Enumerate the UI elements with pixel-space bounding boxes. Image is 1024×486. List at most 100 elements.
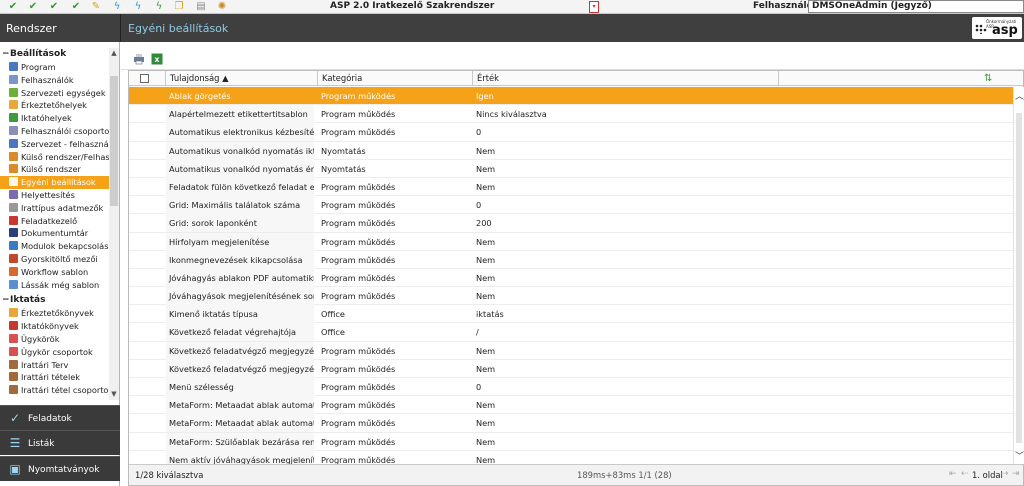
- scroll-down-icon[interactable]: ▼: [110, 390, 118, 398]
- table-row[interactable]: Jóváhagyás ablakon PDF automatiku... Prog…: [129, 268, 1013, 288]
- table-row[interactable]: MetaForm: Szülőablak bezárása rend... Pro…: [129, 432, 1013, 451]
- value-cell[interactable]: 200: [473, 214, 773, 232]
- sidebar-item[interactable]: Külső rendszer: [0, 163, 109, 176]
- value-cell[interactable]: Nem: [473, 178, 773, 196]
- table-row[interactable]: Automatikus elektronikus kézbesítés ... P…: [129, 123, 1013, 142]
- grid-scroll-thumb[interactable]: [1016, 113, 1022, 443]
- value-cell[interactable]: Igen: [473, 87, 773, 105]
- next-page-icon[interactable]: ⇢: [1001, 469, 1009, 479]
- select-all-checkbox[interactable]: [140, 74, 149, 83]
- table-row[interactable]: Következő feladat végrehajtója Office /: [129, 323, 1013, 342]
- sidebar-section-header[interactable]: −Beállítások: [0, 48, 109, 61]
- column-header-value[interactable]: Érték: [473, 71, 779, 86]
- value-cell[interactable]: iktatás: [473, 305, 773, 323]
- check-icon[interactable]: ✔: [7, 1, 19, 13]
- lightning-icon[interactable]: ϟ: [111, 1, 123, 13]
- sidebar-item[interactable]: Irattípus adatmezők: [0, 202, 109, 215]
- value-cell[interactable]: Nem: [473, 342, 773, 360]
- table-row[interactable]: Nem aktív jóváhagyások megjelenítése Prog…: [129, 450, 1013, 464]
- excel-export-icon[interactable]: x: [151, 53, 163, 65]
- table-row[interactable]: Automatikus vonalkód nyomatás iktat... Ny…: [129, 141, 1013, 160]
- first-page-icon[interactable]: ⇤: [949, 469, 957, 479]
- sidebar-item[interactable]: Külső rendszer/Felhasz: [0, 151, 109, 164]
- value-cell[interactable]: Nincs kiválasztva: [473, 105, 773, 123]
- sidebar-item[interactable]: Felhasználói csoportok: [0, 125, 109, 138]
- table-row[interactable]: Feladatok fülön következő feladat elv...…: [129, 177, 1013, 197]
- table-row[interactable]: MetaForm: Metaadat ablak automatik... Pro…: [129, 414, 1013, 433]
- nav-form[interactable]: ▣ Nyomtatványok: [0, 456, 120, 481]
- grid-scrollbar[interactable]: ︿ ﹀: [1013, 87, 1024, 464]
- sidebar-item[interactable]: Egyéni beállítások: [0, 176, 109, 189]
- scroll-up-icon[interactable]: ▲: [110, 49, 118, 57]
- user-select[interactable]: DMSOneAdmin (Jegyző): [808, 0, 1024, 13]
- table-row[interactable]: Hírfolyam megjelenítése Program működés Ne…: [129, 232, 1013, 251]
- sidebar-item[interactable]: Workflow sablon: [0, 266, 109, 279]
- value-cell[interactable]: Nem: [473, 142, 773, 160]
- sidebar-item[interactable]: Irattári tételek: [0, 371, 109, 384]
- check-icon[interactable]: ✔: [27, 1, 39, 13]
- sidebar-item[interactable]: Felhasználók: [0, 74, 109, 87]
- value-cell[interactable]: Nem: [473, 433, 773, 451]
- check-icon[interactable]: ✔: [70, 1, 82, 13]
- value-cell[interactable]: Nem: [473, 251, 773, 269]
- value-cell[interactable]: Nem: [473, 233, 773, 251]
- document-icon[interactable]: ▤: [195, 1, 207, 13]
- sidebar-item[interactable]: Gyorskitöltő mezői: [0, 253, 109, 266]
- pdf-icon[interactable]: ▾: [589, 1, 599, 13]
- sidebar-item[interactable]: Szervezet - felhasználó: [0, 138, 109, 151]
- scroll-up-icon[interactable]: ︿: [1014, 89, 1024, 102]
- table-row[interactable]: Kimenő iktatás típusa Office iktatás: [129, 305, 1013, 324]
- sun-icon[interactable]: ✺: [216, 1, 228, 13]
- value-cell[interactable]: Nem: [473, 451, 773, 464]
- sidebar-item[interactable]: Helyettesítés: [0, 189, 109, 202]
- table-row[interactable]: Menü szélesség Program működés 0: [129, 378, 1013, 397]
- sidebar-item[interactable]: Modulok bekapcsolása: [0, 240, 109, 253]
- sidebar-item[interactable]: Iktatóhelyek: [0, 112, 109, 125]
- table-row[interactable]: Automatikus vonalkód nyomatás érke... Nyo…: [129, 159, 1013, 178]
- table-row[interactable]: Alapértelmezett etikettertitsablon Progra…: [129, 105, 1013, 124]
- sidebar-item[interactable]: Szervezeti egységek: [0, 87, 109, 100]
- table-row[interactable]: MetaForm: Metaadat ablak automatik... Pro…: [129, 396, 1013, 415]
- table-row[interactable]: Grid: Maximális találatok száma Program m…: [129, 196, 1013, 215]
- value-cell[interactable]: Nem: [473, 414, 773, 432]
- last-page-icon[interactable]: ⇥: [1012, 469, 1020, 479]
- sidebar-item[interactable]: Feladatkezelő: [0, 215, 109, 228]
- refresh-icon[interactable]: ⇅: [984, 73, 992, 84]
- sidebar-section-header[interactable]: −Iktatás: [0, 294, 109, 307]
- sidebar-item[interactable]: Dokumentumtár: [0, 227, 109, 240]
- table-row[interactable]: Következő feladatvégző megjegyzé... Progr…: [129, 341, 1013, 360]
- table-row[interactable]: Jóváhagyások megjelenítésének sorr... Pro…: [129, 287, 1013, 306]
- copy-icon[interactable]: ❐: [173, 1, 185, 13]
- value-cell[interactable]: Nem: [473, 287, 773, 305]
- value-cell[interactable]: Nem: [473, 396, 773, 414]
- value-cell[interactable]: Nem: [473, 360, 773, 378]
- collapse-icon[interactable]: −: [2, 294, 10, 307]
- table-row[interactable]: Grid: sorok laponként Program működés 200: [129, 214, 1013, 233]
- lightning-icon[interactable]: ϟ: [153, 1, 165, 13]
- sidebar-item[interactable]: Ügykörök: [0, 333, 109, 346]
- collapse-icon[interactable]: −: [2, 48, 10, 61]
- sidebar-scroll-thumb[interactable]: [110, 76, 118, 206]
- table-row[interactable]: Következő feladatvégző megjegyzése... Pro…: [129, 359, 1013, 378]
- sidebar-item[interactable]: Lássák még sablon: [0, 279, 109, 292]
- value-cell[interactable]: 0: [473, 123, 773, 141]
- scroll-down-icon[interactable]: ﹀: [1014, 449, 1024, 462]
- column-header-category[interactable]: Kategória: [318, 71, 473, 86]
- table-row[interactable]: Ablak görgetés Program működés Igen: [129, 87, 1013, 106]
- lightning-icon[interactable]: ϟ: [132, 1, 144, 13]
- sidebar-item[interactable]: Irattári Terv: [0, 359, 109, 372]
- column-header-property[interactable]: Tulajdonság ▲: [166, 71, 318, 86]
- value-cell[interactable]: Nem: [473, 160, 773, 178]
- print-icon[interactable]: [133, 53, 145, 65]
- prev-page-icon[interactable]: ⇠: [961, 469, 969, 479]
- sidebar-item[interactable]: Program: [0, 61, 109, 74]
- value-cell[interactable]: 0: [473, 196, 773, 214]
- nav-list[interactable]: ☰ Listák: [0, 430, 120, 455]
- sidebar-item[interactable]: Ügykör csoportok: [0, 346, 109, 359]
- value-cell[interactable]: Nem: [473, 269, 773, 287]
- sidebar-scrollbar[interactable]: ▲ ▼: [109, 48, 119, 400]
- value-cell[interactable]: 0: [473, 378, 773, 396]
- sidebar-item[interactable]: Érkeztetőhelyek: [0, 99, 109, 112]
- edit-icon[interactable]: ✎: [90, 1, 102, 13]
- sidebar-item[interactable]: Érkeztetőkönyvek: [0, 307, 109, 320]
